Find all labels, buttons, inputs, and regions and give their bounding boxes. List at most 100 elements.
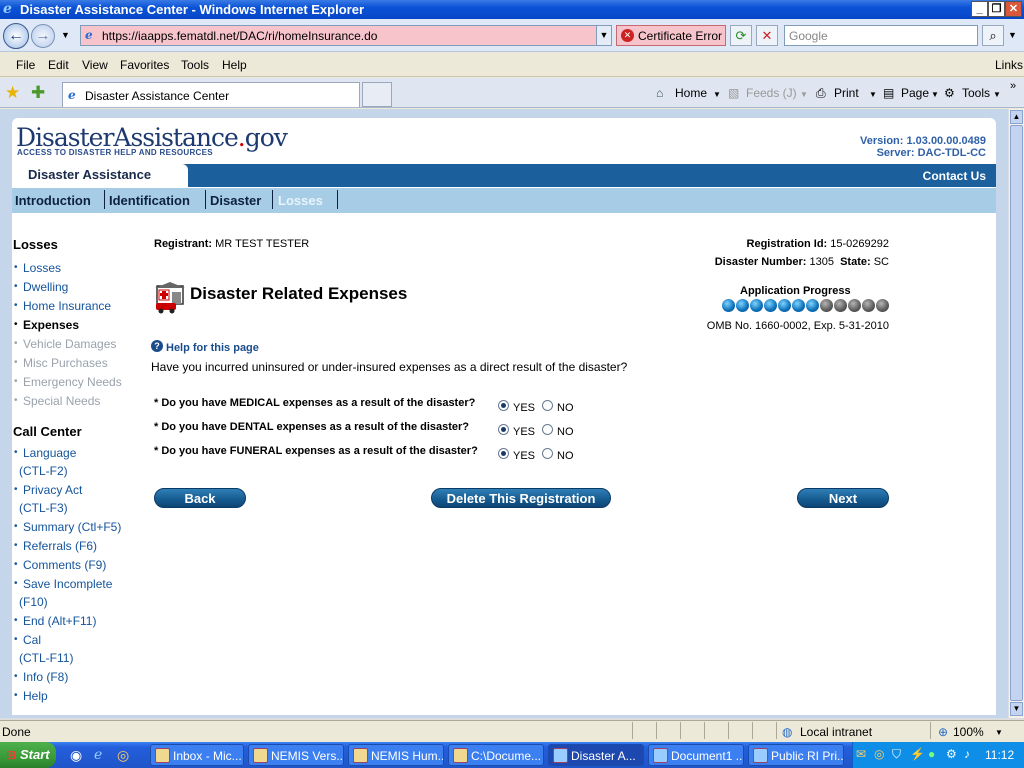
- history-dropdown-icon[interactable]: ▼: [61, 30, 70, 40]
- forward-nav-button[interactable]: →: [31, 24, 55, 48]
- sidebar-item-comments[interactable]: Comments (F9): [23, 558, 106, 572]
- menu-tools[interactable]: Tools: [181, 58, 209, 72]
- page-icon-toolbar[interactable]: ▤: [883, 86, 894, 100]
- sidebar-item-dwelling[interactable]: Dwelling: [23, 280, 68, 294]
- scrollbar-thumb[interactable]: [1010, 125, 1023, 701]
- printer-icon[interactable]: ⎙: [816, 86, 826, 101]
- maximize-button[interactable]: ❐: [988, 1, 1005, 17]
- sidebar-item-home-insurance[interactable]: Home Insurance: [23, 299, 111, 313]
- taskbar-item-nemis-vers[interactable]: NEMIS Vers...: [248, 744, 344, 766]
- feeds-button[interactable]: Feeds (J): [746, 86, 797, 100]
- network-tray-icon[interactable]: ⚡: [910, 747, 925, 761]
- taskbar-item-nemis-hum[interactable]: NEMIS Hum...: [348, 744, 444, 766]
- dental-yes-label[interactable]: YES: [513, 426, 535, 438]
- sidebar-item-privacy-act[interactable]: Privacy Act: [23, 483, 82, 497]
- search-options-icon[interactable]: ▼: [1008, 30, 1017, 40]
- scroll-up-icon[interactable]: ▲: [1010, 110, 1023, 124]
- app-tab-disaster-assistance[interactable]: Disaster Assistance: [12, 164, 188, 187]
- taskbar-item-disaster-assistance[interactable]: Disaster A...: [548, 744, 644, 766]
- search-input[interactable]: Google: [784, 25, 978, 46]
- close-button[interactable]: ✕: [1005, 1, 1022, 17]
- menu-file[interactable]: File: [16, 58, 35, 72]
- vertical-scrollbar[interactable]: ▲ ▼: [1008, 109, 1024, 718]
- page-dropdown-icon[interactable]: ▼: [931, 90, 939, 99]
- minimize-button[interactable]: _: [971, 1, 988, 17]
- menu-view[interactable]: View: [82, 58, 108, 72]
- medical-yes-radio[interactable]: [498, 400, 509, 411]
- quicklaunch-outlook-icon[interactable]: ◎: [117, 747, 129, 764]
- funeral-yes-label[interactable]: YES: [513, 450, 535, 462]
- home-dropdown-icon[interactable]: ▼: [713, 90, 721, 99]
- menu-favorites[interactable]: Favorites: [120, 58, 169, 72]
- taskbar-item-document1[interactable]: Document1 ...: [648, 744, 744, 766]
- page-button[interactable]: Page: [901, 86, 929, 100]
- status-tray-icon[interactable]: ●: [928, 747, 935, 761]
- taskbar-item-inbox[interactable]: Inbox - Mic...: [150, 744, 244, 766]
- funeral-yes-radio[interactable]: [498, 448, 509, 459]
- medical-no-label[interactable]: NO: [557, 402, 574, 414]
- dental-no-radio[interactable]: [542, 424, 553, 435]
- sidebar-item-save-incomplete[interactable]: Save Incomplete: [23, 577, 112, 591]
- nav-disaster[interactable]: Disaster: [210, 193, 261, 208]
- dental-no-label[interactable]: NO: [557, 426, 574, 438]
- add-favorite-icon[interactable]: ✚: [31, 83, 45, 103]
- zoom-level[interactable]: 100%: [953, 725, 984, 739]
- sidebar-item-cal[interactable]: Cal: [23, 633, 41, 647]
- sidebar-item-info[interactable]: Info (F8): [23, 670, 68, 684]
- quicklaunch-app-icon[interactable]: ◉: [70, 747, 82, 764]
- dental-yes-radio[interactable]: [498, 424, 509, 435]
- address-bar[interactable]: e https://iaapps.fematdl.net/DAC/ri/home…: [80, 25, 612, 46]
- sidebar-item-save-incomplete-shortcut[interactable]: (F10): [19, 595, 48, 609]
- medical-yes-label[interactable]: YES: [513, 402, 535, 414]
- address-dropdown-icon[interactable]: ▼: [596, 26, 611, 45]
- outlook-tray-icon[interactable]: ◎: [874, 747, 884, 761]
- links-menu[interactable]: Links: [995, 58, 1023, 72]
- sidebar-item-language[interactable]: Language: [23, 446, 76, 460]
- browser-tab[interactable]: e Disaster Assistance Center: [62, 82, 360, 107]
- funeral-no-label[interactable]: NO: [557, 450, 574, 462]
- zoom-icon[interactable]: ⊕: [938, 725, 948, 739]
- menu-help[interactable]: Help: [222, 58, 247, 72]
- back-button[interactable]: Back: [154, 488, 246, 508]
- funeral-no-radio[interactable]: [542, 448, 553, 459]
- feeds-dropdown-icon[interactable]: ▼: [800, 90, 808, 99]
- sidebar-item-help[interactable]: Help: [23, 689, 48, 703]
- sidebar-item-cal-shortcut[interactable]: (CTL-F11): [19, 651, 73, 665]
- sidebar-item-summary[interactable]: Summary (Ctl+F5): [23, 520, 121, 534]
- next-button[interactable]: Next: [797, 488, 889, 508]
- taskbar-item-public-ri[interactable]: Public RI Pri...: [748, 744, 844, 766]
- shield-tray-icon[interactable]: ⛉: [892, 747, 901, 762]
- device-tray-icon[interactable]: ⚙: [946, 747, 957, 761]
- home-button[interactable]: Home: [675, 86, 707, 100]
- scroll-down-icon[interactable]: ▼: [1010, 702, 1023, 716]
- new-tab-button[interactable]: [362, 82, 392, 107]
- nav-identification[interactable]: Identification: [109, 193, 190, 208]
- medical-no-radio[interactable]: [542, 400, 553, 411]
- print-button[interactable]: Print: [834, 86, 859, 100]
- window-title-bar[interactable]: e Disaster Assistance Center - Windows I…: [0, 0, 1024, 19]
- sidebar-item-losses[interactable]: Losses: [23, 261, 61, 275]
- help-link[interactable]: Help for this page: [166, 342, 259, 354]
- sidebar-item-language-shortcut[interactable]: (CTL-F2): [19, 464, 68, 478]
- help-icon[interactable]: ?: [151, 340, 163, 352]
- zoom-dropdown-icon[interactable]: ▼: [995, 728, 1003, 737]
- menu-edit[interactable]: Edit: [48, 58, 69, 72]
- refresh-button[interactable]: ⟳: [730, 25, 752, 46]
- stop-button[interactable]: ✕: [756, 25, 778, 46]
- volume-tray-icon[interactable]: ♪: [964, 747, 970, 761]
- nav-introduction[interactable]: Introduction: [15, 193, 91, 208]
- feeds-icon[interactable]: ▧: [728, 86, 739, 100]
- nav-losses[interactable]: Losses: [278, 193, 323, 208]
- back-nav-button[interactable]: ←: [3, 23, 29, 49]
- mail-tray-icon[interactable]: ✉: [856, 747, 866, 761]
- delete-registration-button[interactable]: Delete This Registration: [431, 488, 611, 508]
- tools-button[interactable]: Tools: [962, 86, 990, 100]
- contact-us-link[interactable]: Contact Us: [923, 169, 986, 183]
- sidebar-item-end[interactable]: End (Alt+F11): [23, 614, 96, 628]
- sidebar-item-privacy-act-shortcut[interactable]: (CTL-F3): [19, 501, 68, 515]
- quicklaunch-ie-icon[interactable]: e: [94, 747, 102, 763]
- print-dropdown-icon[interactable]: ▼: [869, 90, 877, 99]
- favorites-star-icon[interactable]: ★: [5, 83, 20, 103]
- gear-icon[interactable]: ⚙: [944, 86, 955, 100]
- search-icon[interactable]: ⌕: [982, 25, 1004, 46]
